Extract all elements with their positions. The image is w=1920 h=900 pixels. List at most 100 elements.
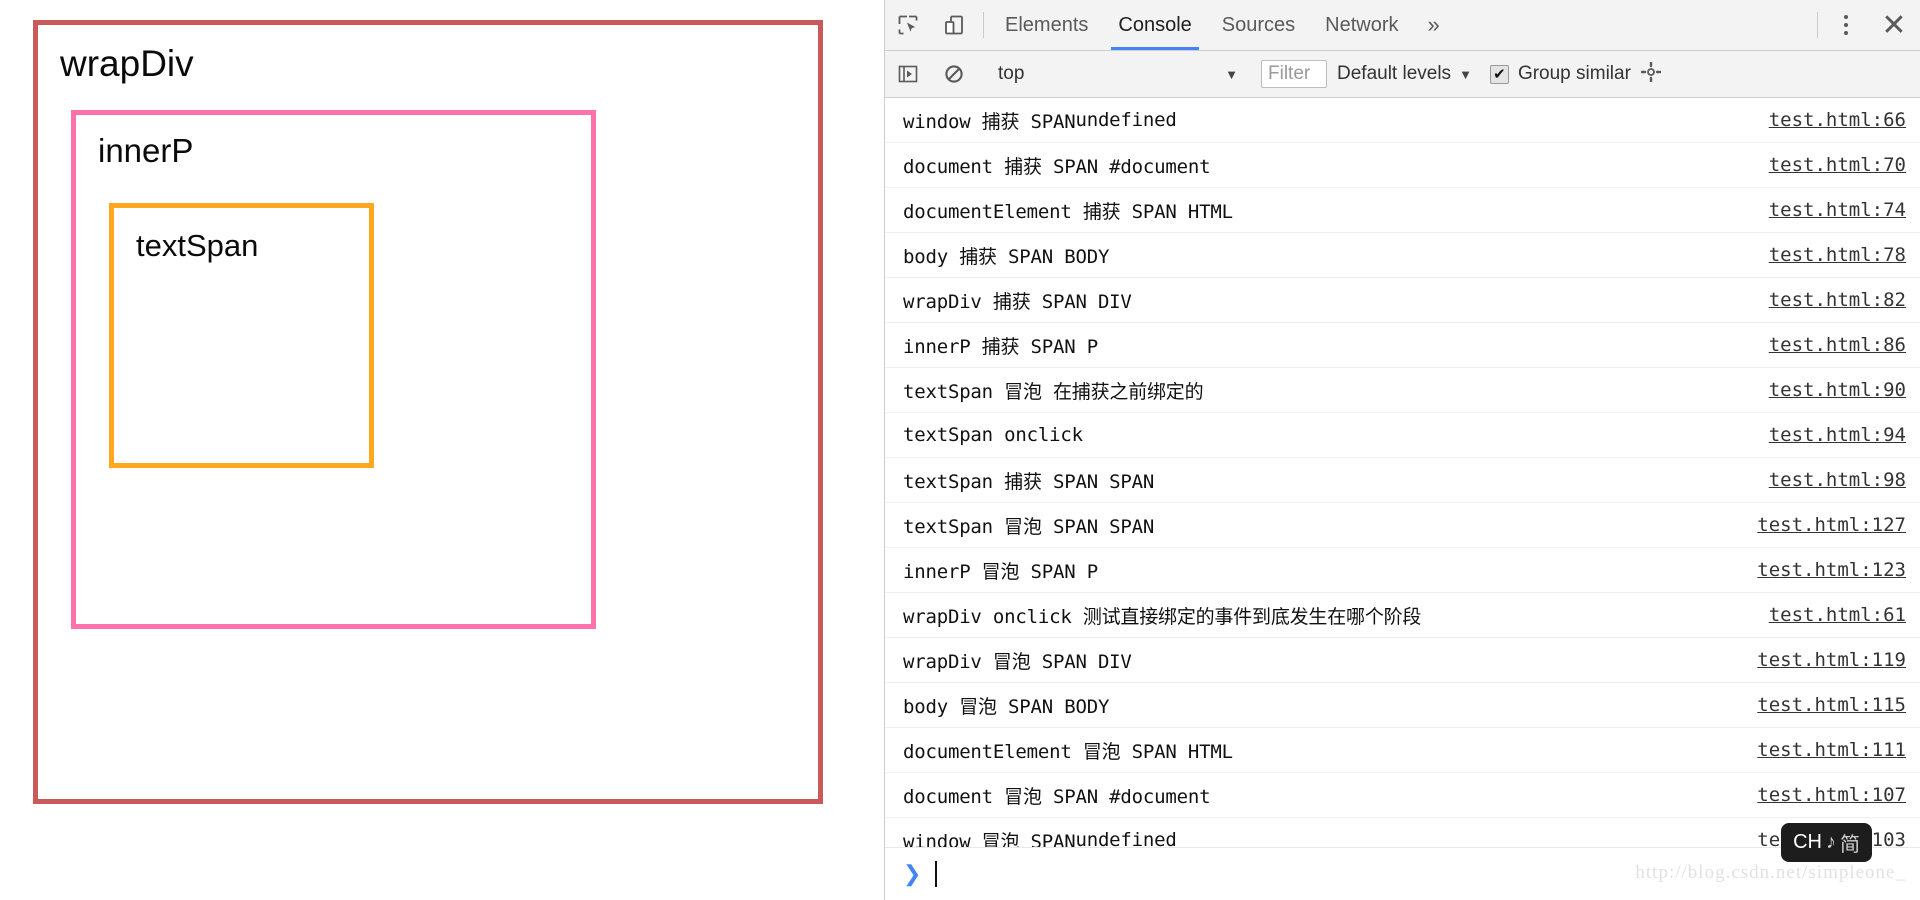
inspect-element-icon[interactable] <box>885 0 931 50</box>
console-message-source-link[interactable]: test.html:119 <box>1757 649 1906 671</box>
console-message-row[interactable]: innerP 捕获 SPAN P test.html:86 <box>885 323 1920 368</box>
console-message-text: document 捕获 SPAN #document <box>903 155 1211 178</box>
more-options-icon[interactable] <box>1824 0 1868 50</box>
filter-placeholder: Filter <box>1268 63 1311 84</box>
console-message-row[interactable]: body 冒泡 SPAN BODY test.html:115 <box>885 683 1920 728</box>
toolbar-divider-right <box>1817 12 1818 38</box>
console-message-source-link[interactable]: test.html:78 <box>1769 244 1906 266</box>
console-message-source-link[interactable]: test.html:123 <box>1757 559 1906 581</box>
device-toolbar-icon[interactable] <box>931 0 977 50</box>
prompt-chevron-icon: ❯ <box>903 861 922 886</box>
console-message-source-link[interactable]: test.html:107 <box>1757 784 1906 806</box>
tab-elements[interactable]: Elements <box>990 0 1103 50</box>
console-message-row[interactable]: textSpan 冒泡 SPAN SPAN test.html:127 <box>885 503 1920 548</box>
inner-p-box[interactable]: innerP textSpan <box>71 110 596 629</box>
text-span-box[interactable]: textSpan <box>109 203 374 468</box>
console-message-source-link[interactable]: test.html:82 <box>1769 289 1906 311</box>
tab-network[interactable]: Network <box>1310 0 1413 50</box>
console-message-row[interactable]: wrapDiv 捕获 SPAN DIV test.html:82 <box>885 278 1920 323</box>
console-message-source-link[interactable]: test.html:66 <box>1769 109 1906 131</box>
ime-shape-label: 简 <box>1840 834 1860 856</box>
group-similar-checkbox[interactable]: ✔ <box>1489 64 1509 84</box>
inner-p-label: innerP <box>98 132 194 169</box>
tab-sources[interactable]: Sources <box>1207 0 1310 50</box>
console-message-text: innerP 捕获 SPAN P <box>903 335 1098 358</box>
console-message-row[interactable]: wrapDiv onclick 测试直接绑定的事件到底发生在哪个阶段 test.h… <box>885 593 1920 638</box>
chevron-down-icon: ▼ <box>1459 66 1472 82</box>
tab-sources-label: Sources <box>1221 13 1296 36</box>
kebab-dot <box>1844 15 1848 19</box>
settings-gear-icon[interactable] <box>1640 61 1662 87</box>
console-message-source-link[interactable]: test.html:111 <box>1757 739 1906 761</box>
toolbar-divider <box>983 12 984 38</box>
more-tabs-label: » <box>1427 12 1440 37</box>
prompt-caret <box>935 861 938 887</box>
console-message-text: textSpan 捕获 SPAN SPAN <box>903 470 1155 493</box>
console-message-text: wrapDiv onclick 测试直接绑定的事件到底发生在哪个阶段 <box>903 605 1422 628</box>
console-message-row[interactable]: textSpan 冒泡 在捕获之前绑定的 test.html:90 <box>885 368 1920 413</box>
ime-indicator-badge: CH ♪ 简 <box>1781 823 1872 862</box>
console-message-source-link[interactable]: test.html:94 <box>1769 424 1906 446</box>
console-message-row[interactable]: wrapDiv 冒泡 SPAN DIV test.html:119 <box>885 638 1920 683</box>
log-levels-label: Default levels <box>1337 63 1452 84</box>
kebab-dot <box>1844 23 1848 27</box>
console-message-row[interactable]: innerP 冒泡 SPAN P test.html:123 <box>885 548 1920 593</box>
ime-mode-label: CH <box>1793 831 1822 853</box>
console-message-row[interactable]: window 捕获 SPAN undefined test.html:66 <box>885 98 1920 143</box>
tab-console[interactable]: Console <box>1103 0 1206 50</box>
console-message-row[interactable]: textSpan onclick test.html:94 <box>885 413 1920 458</box>
console-message-list[interactable]: window 捕获 SPAN undefined test.html:66 docu… <box>885 98 1920 847</box>
console-message-text: body 冒泡 SPAN BODY <box>903 695 1110 718</box>
kebab-dot <box>1844 31 1848 35</box>
devtools-tabstrip: Elements Console Sources Network » ✕ <box>885 0 1920 51</box>
console-message-source-link[interactable]: test.html:61 <box>1769 604 1906 626</box>
screen: wrapDiv innerP textSpan Elements Console… <box>0 0 1920 900</box>
console-message-row[interactable]: window 冒泡 SPAN undefinedtest.html:103 <box>885 818 1920 847</box>
ime-punct-icon: ♪ <box>1826 831 1836 853</box>
close-icon[interactable]: ✕ <box>1868 0 1920 50</box>
console-message-source-link[interactable]: test.html:86 <box>1769 334 1906 356</box>
console-message-text: textSpan 冒泡 SPAN SPAN <box>903 515 1155 538</box>
tab-console-label: Console <box>1118 13 1192 36</box>
console-message-text: window 捕获 SPAN <box>903 110 1076 133</box>
console-message-source-link[interactable]: test.html:70 <box>1769 154 1906 176</box>
more-tabs-icon[interactable]: » <box>1414 0 1454 50</box>
execution-context-select[interactable]: top ▼ <box>990 63 1248 85</box>
watermark-text: http://blog.csdn.net/simpleone_ <box>1635 862 1906 883</box>
console-message-text: textSpan 冒泡 在捕获之前绑定的 <box>903 380 1204 403</box>
group-similar-toggle[interactable]: ✔ Group similar <box>1489 63 1631 85</box>
clear-console-icon[interactable] <box>931 63 977 85</box>
console-message-text: documentElement 冒泡 SPAN HTML <box>903 740 1233 763</box>
console-message-row[interactable]: document 冒泡 SPAN #document test.html:107 <box>885 773 1920 818</box>
chevron-down-icon: ▼ <box>1225 66 1238 82</box>
console-message-row[interactable]: textSpan 捕获 SPAN SPAN test.html:98 <box>885 458 1920 503</box>
console-prompt[interactable]: ❯ http://blog.csdn.net/simpleone_ <box>885 847 1920 900</box>
console-message-text: wrapDiv 冒泡 SPAN DIV <box>903 650 1132 673</box>
console-message-row[interactable]: body 捕获 SPAN BODY test.html:78 <box>885 233 1920 278</box>
tab-network-label: Network <box>1325 13 1399 36</box>
console-message-row[interactable]: documentElement 冒泡 SPAN HTML test.html:11… <box>885 728 1920 773</box>
console-message-undefined: undefined <box>1075 109 1177 131</box>
console-message-source-link[interactable]: test.html:74 <box>1769 199 1906 221</box>
log-levels-dropdown[interactable]: Default levels ▼ <box>1337 63 1472 85</box>
console-message-source-link[interactable]: test.html:90 <box>1769 379 1906 401</box>
console-message-text: document 冒泡 SPAN #document <box>903 785 1211 808</box>
console-filter-bar: top ▼ Filter Default levels ▼ ✔ Group si… <box>885 51 1920 98</box>
console-message-row[interactable]: documentElement 捕获 SPAN HTML test.html:74 <box>885 188 1920 233</box>
console-sidebar-icon[interactable] <box>885 63 931 85</box>
execution-context-value: top <box>998 63 1025 84</box>
console-message-text: textSpan onclick <box>903 424 1083 446</box>
console-message-text: body 捕获 SPAN BODY <box>903 245 1110 268</box>
console-message-source-link[interactable]: test.html:127 <box>1757 514 1906 536</box>
console-message-row[interactable]: document 捕获 SPAN #document test.html:70 <box>885 143 1920 188</box>
console-message-source-link[interactable]: test.html:98 <box>1769 469 1906 491</box>
wrap-div-box[interactable]: wrapDiv innerP textSpan <box>33 20 823 804</box>
console-message-text: innerP 冒泡 SPAN P <box>903 560 1098 583</box>
test-page-pane: wrapDiv innerP textSpan <box>0 0 884 900</box>
close-label: ✕ <box>1881 8 1907 42</box>
console-message-text: wrapDiv 捕获 SPAN DIV <box>903 290 1132 313</box>
filter-input[interactable]: Filter <box>1261 60 1327 88</box>
console-message-undefined: undefined <box>1075 829 1177 847</box>
console-message-source-link[interactable]: test.html:115 <box>1757 694 1906 716</box>
